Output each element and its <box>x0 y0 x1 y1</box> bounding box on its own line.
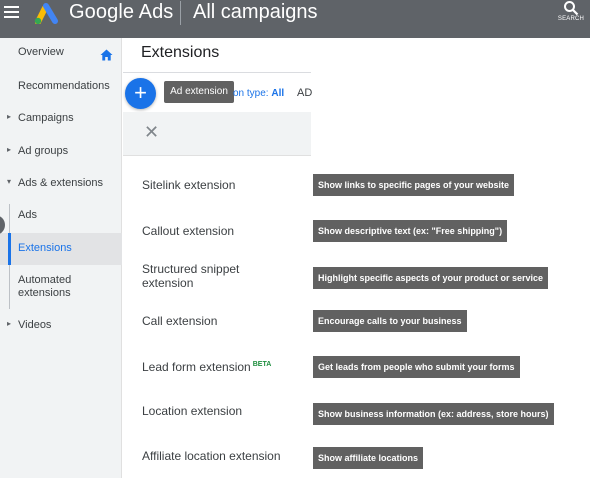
table-toolbar: + Ad extension on type: All AD <box>123 73 312 112</box>
extension-option-callout[interactable]: Callout extension <box>142 224 310 238</box>
beta-badge: BETA <box>252 361 272 368</box>
location-description-tooltip: Show business information (ex: address, … <box>313 403 554 425</box>
sidebar: Overview Recommendations ▸ Campaigns ▸ A… <box>0 38 122 478</box>
extension-option-lead-form[interactable]: Lead form extension BETA <box>142 358 310 374</box>
sidebar-item-ad-groups[interactable]: ▸ Ad groups <box>0 145 122 163</box>
extension-option-affiliate-location[interactable]: Affiliate location extension <box>142 449 310 463</box>
callout-description-tooltip: Show descriptive text (ex: "Free shippin… <box>313 220 508 242</box>
extension-option-label: Lead form extension <box>142 360 251 374</box>
home-icon <box>100 49 113 61</box>
extension-menu-header: ✕ <box>123 112 311 156</box>
sidebar-item-overview[interactable]: Overview <box>0 46 122 64</box>
google-ads-logo <box>34 3 58 24</box>
sidebar-item-extensions[interactable]: Extensions <box>0 233 122 265</box>
sidebar-item-ads-extensions[interactable]: ▾ Ads & extensions <box>0 177 122 195</box>
add-extension-tooltip: Ad extension <box>164 81 234 103</box>
plus-icon: + <box>134 80 147 105</box>
page-title: All campaigns <box>193 1 318 23</box>
extension-option-structured-snippet[interactable]: Structured snippet extension <box>142 262 262 290</box>
filter-prefix: on type: <box>233 88 269 99</box>
sidebar-item-campaigns[interactable]: ▸ Campaigns <box>0 112 122 130</box>
sidebar-item-ads[interactable]: Ads <box>0 209 122 227</box>
sidebar-item-label: Campaigns <box>18 112 74 124</box>
search-label: SEARCH <box>557 16 585 22</box>
brand-name: Google Ads <box>69 1 174 23</box>
section-title: Extensions <box>141 44 220 61</box>
sidebar-item-label: Extensions <box>18 242 72 254</box>
sidebar-item-label: Ads <box>18 209 37 221</box>
sidebar-item-label: Ad groups <box>18 145 69 157</box>
collapse-caret-icon: ▾ <box>7 177 12 186</box>
structured-snippet-description-tooltip: Highlight specific aspects of your produ… <box>313 267 549 289</box>
main-content: Extensions + Ad extension on type: All A… <box>123 38 312 478</box>
add-extension-button[interactable]: + <box>125 78 156 109</box>
sidebar-item-label: Automated extensions <box>18 274 72 299</box>
search-button[interactable]: SEARCH <box>556 0 586 30</box>
extension-option-location[interactable]: Location extension <box>142 404 310 418</box>
active-indicator <box>8 233 11 265</box>
sidebar-item-label: Recommendations <box>18 80 110 92</box>
extension-option-label: Callout extension <box>142 224 235 238</box>
header-divider <box>180 1 181 25</box>
close-icon[interactable]: ✕ <box>144 122 159 143</box>
sidebar-item-recommendations[interactable]: Recommendations <box>0 80 122 98</box>
extension-option-sitelink[interactable]: Sitelink extension <box>142 178 310 192</box>
sidebar-item-automated-extensions[interactable]: Automated extensions <box>0 274 122 304</box>
sidebar-item-label: Overview <box>18 46 64 58</box>
expand-caret-icon: ▸ <box>7 319 12 328</box>
extension-option-label: Call extension <box>142 314 218 328</box>
filter-value: All <box>271 88 285 99</box>
extension-option-label: Sitelink extension <box>142 178 236 192</box>
top-app-bar: Google Ads All campaigns SEARCH <box>0 0 590 38</box>
menu-divider <box>123 155 311 156</box>
call-description-tooltip: Encourage calls to your business <box>313 310 467 332</box>
search-icon <box>564 1 579 16</box>
lead-form-description-tooltip: Get leads from people who submit your fo… <box>313 356 520 378</box>
affiliate-location-description-tooltip: Show affiliate locations <box>313 447 424 469</box>
type-filter[interactable]: on type: All <box>233 88 284 99</box>
extension-option-label: Structured snippet extension <box>142 262 240 290</box>
expand-caret-icon: ▸ <box>7 112 12 121</box>
ad-filter-chip[interactable]: AD <box>297 87 312 99</box>
sidebar-item-label: Ads & extensions <box>18 177 103 189</box>
expand-caret-icon: ▸ <box>7 145 12 154</box>
sitelink-description-tooltip: Show links to specific pages of your web… <box>313 174 515 196</box>
menu-icon[interactable] <box>4 6 20 20</box>
sidebar-item-label: Videos <box>18 319 52 331</box>
sidebar-item-videos[interactable]: ▸ Videos <box>0 319 122 337</box>
extension-option-label: Location extension <box>142 404 243 418</box>
extension-option-label: Affiliate location extension <box>142 449 281 463</box>
extension-option-call[interactable]: Call extension <box>142 314 310 328</box>
